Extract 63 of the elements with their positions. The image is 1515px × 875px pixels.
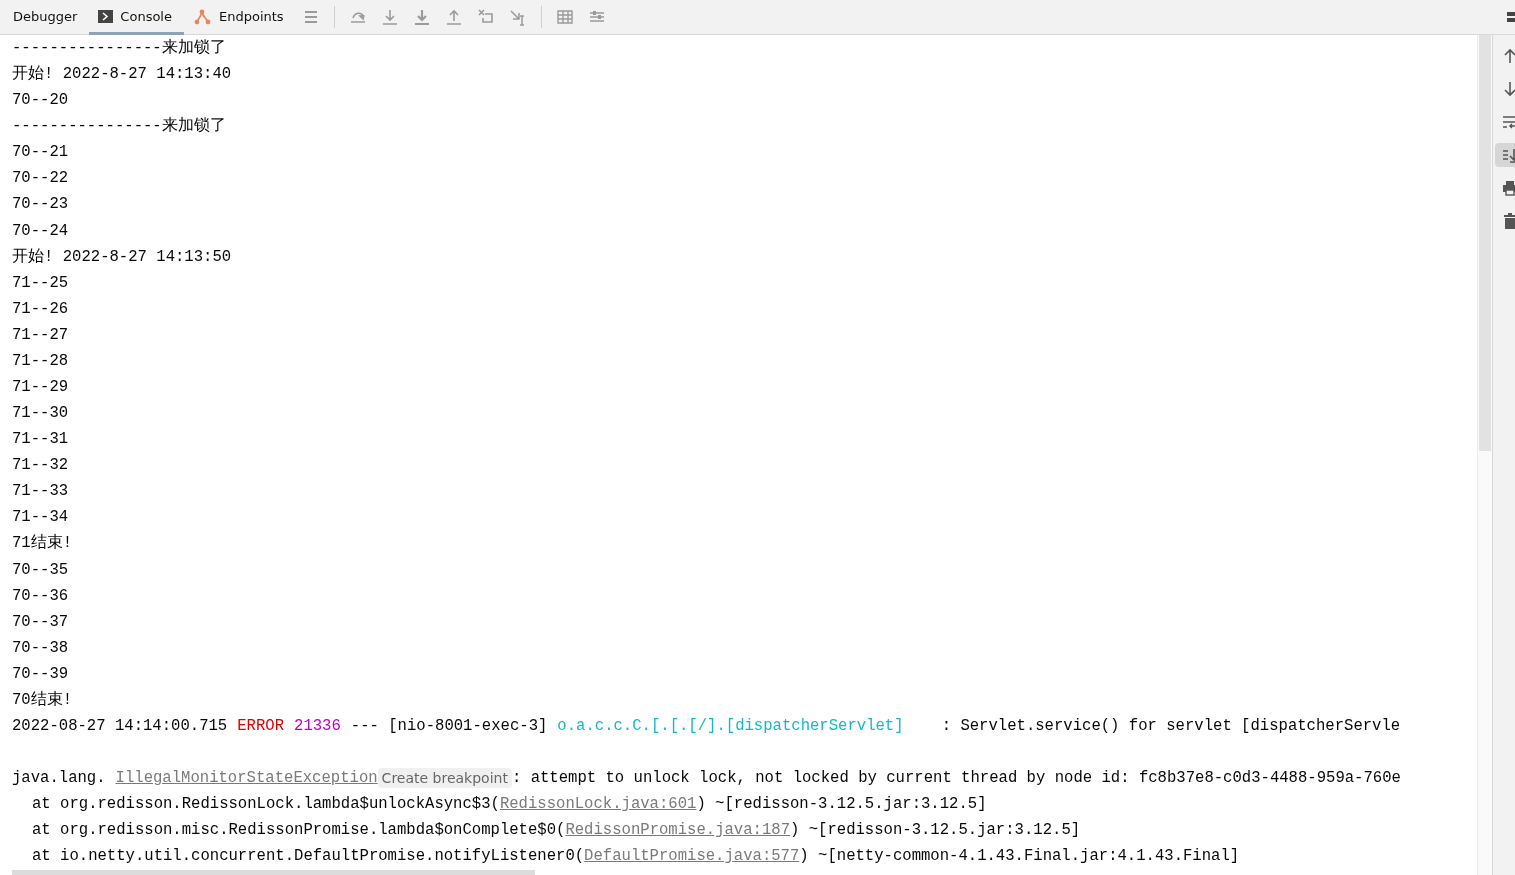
arrow-down-icon xyxy=(1501,80,1515,98)
console-text: 开始! 2022-8-27 14:13:50 xyxy=(12,246,232,268)
console-text: 71--31 xyxy=(12,429,69,451)
console-text: 开始! 2022-8-27 14:13:40 xyxy=(12,64,232,86)
logger-name: o.a.c.c.C.[.[.[/].[dispatcherServlet] xyxy=(557,716,904,738)
console-text: 70--35 xyxy=(12,559,69,581)
source-link[interactable]: IllegalMonitorStateException xyxy=(115,765,378,792)
console-text: 71--34 xyxy=(12,507,69,529)
drop-frame-icon[interactable] xyxy=(476,8,495,26)
console-text: 71--27 xyxy=(12,324,69,346)
console-text: 70--22 xyxy=(12,168,69,190)
console-text: 70--24 xyxy=(12,220,69,242)
scroll-to-end-button[interactable] xyxy=(1495,143,1515,167)
console-text: : Servlet.service() for servlet [dispatcherServle xyxy=(940,716,1401,738)
console-text: : attempt to unlock lock, not locked by current thread by node id: fc8b37e8-c0d3-4488-959a-760e xyxy=(511,768,1401,790)
console-text: 71--29 xyxy=(12,377,69,398)
table-icon[interactable] xyxy=(555,8,574,26)
console-text: 71--33 xyxy=(12,481,69,503)
horizontal-scrollbar[interactable] xyxy=(12,870,535,875)
source-link[interactable]: RedissonLock.java:601 xyxy=(499,791,697,818)
console-text: 71--25 xyxy=(12,272,69,294)
console-text: ----------------来加锁了 xyxy=(12,116,226,138)
force-step-into-icon[interactable] xyxy=(412,8,431,26)
console-text: 71--32 xyxy=(12,455,69,477)
console-text: at org.redisson.misc.RedissonPromise.lambda$onComplete$0( xyxy=(32,820,566,842)
tab[interactable]: Console xyxy=(89,0,184,35)
tab[interactable]: Endpoints xyxy=(183,0,296,35)
console-text: 70--38 xyxy=(12,637,69,659)
console-text: 70--21 xyxy=(12,142,69,164)
soft-wrap-icon xyxy=(1501,113,1515,131)
trash-icon xyxy=(1501,212,1515,230)
console-text: 2022-08-27 14:14:00.715 xyxy=(12,716,228,738)
console-text: at org.redisson.RedissonLock.lambda$unlockAsync$3( xyxy=(32,794,500,816)
console-text: 70--39 xyxy=(12,663,69,685)
console-text: 71--28 xyxy=(12,350,69,372)
console-text: 70--37 xyxy=(12,611,69,633)
source-link[interactable]: RedissonPromise.java:187 xyxy=(565,817,790,844)
console-text: ) ~[netty-common-4.1.43.Final.jar:4.1.43.Final] xyxy=(799,846,1240,868)
console-icon xyxy=(98,9,114,23)
console-text: 70--23 xyxy=(12,194,69,216)
console-text: 71结束! xyxy=(12,533,73,555)
console-text: ) ~[redisson-3.12.5.jar:3.12.5] xyxy=(696,794,987,816)
nodes-icon xyxy=(192,7,212,25)
tab[interactable]: Debugger xyxy=(4,0,90,35)
console-text: --- [nio-8001-exec-3] xyxy=(350,716,548,738)
log-level: ERROR xyxy=(237,716,285,738)
console-text: 70结束! xyxy=(12,689,73,711)
console-text: java.lang. xyxy=(12,768,106,790)
console-text: ----------------来加锁了 xyxy=(12,38,226,59)
console-text: at io.netty.util.concurrent.DefaultPromise.notifyListener0( xyxy=(32,846,585,868)
scroll-to-end-icon xyxy=(1501,146,1515,164)
console-text: 70--36 xyxy=(12,585,69,607)
console-text: 70--20 xyxy=(12,90,69,112)
console-text: ) ~[redisson-3.12.5.jar:3.12.5] xyxy=(790,820,1081,842)
console-text: 71--30 xyxy=(12,403,69,425)
run-to-cursor-icon[interactable] xyxy=(508,8,527,26)
console-text: 71--26 xyxy=(12,298,69,320)
step-out-icon[interactable] xyxy=(444,8,463,26)
source-link[interactable]: DefaultPromise.java:577 xyxy=(584,843,800,870)
step-into-icon[interactable] xyxy=(380,8,399,26)
process-id: 21336 xyxy=(294,716,341,738)
create-breakpoint-button[interactable]: Create breakpoint xyxy=(377,768,512,789)
vertical-scrollbar[interactable] xyxy=(1477,35,1492,875)
